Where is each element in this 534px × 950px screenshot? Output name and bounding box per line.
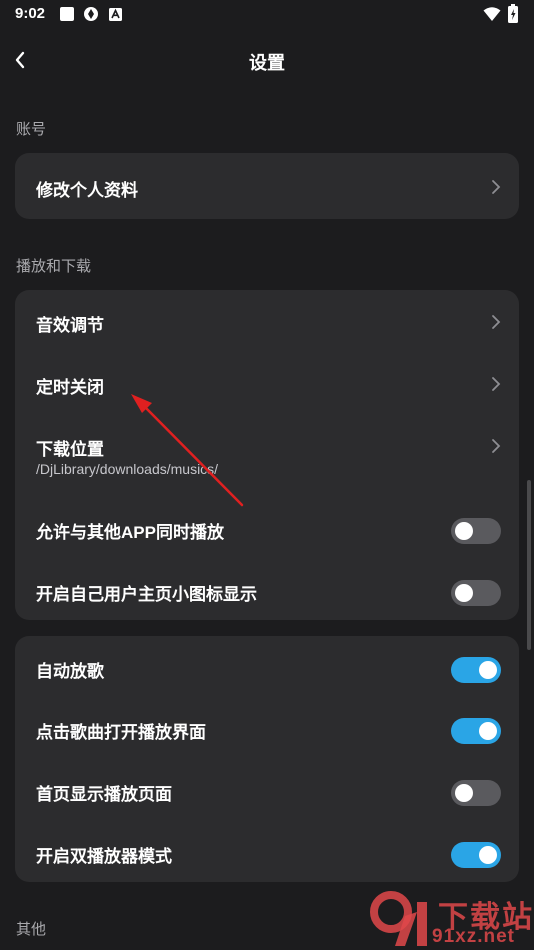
scrollbar[interactable] (527, 480, 531, 650)
watermark-url: 91xz.net (432, 926, 515, 947)
chevron-right-icon (492, 315, 501, 329)
chevron-right-icon (492, 180, 501, 194)
edit-profile-row[interactable]: 修改个人资料 (15, 155, 519, 217)
row-label: 点击歌曲打开播放界面 (36, 723, 206, 742)
section-label-playback: 播放和下载 (16, 258, 92, 275)
toggle-knob (479, 661, 497, 679)
font-a-icon (109, 8, 122, 21)
dual-player-mode-toggle[interactable] (451, 842, 501, 868)
row-label: 下载位置 (36, 440, 104, 459)
auto-play-row: 自动放歌 (15, 636, 519, 698)
open-player-on-click-toggle[interactable] (451, 718, 501, 744)
aperture-icon (84, 7, 98, 21)
status-bar: 9:02 (0, 0, 534, 30)
row-label: 定时关闭 (36, 378, 104, 397)
auto-play-toggle[interactable] (451, 657, 501, 683)
download-location-row[interactable]: 下载位置 /DjLibrary/downloads/musics/ (15, 414, 519, 490)
row-label: 允许与其他APP同时播放 (36, 523, 224, 542)
home-show-player-row: 首页显示播放页面 (15, 759, 519, 821)
profile-icon-display-toggle[interactable] (451, 580, 501, 606)
auto-play-card: 自动放歌 点击歌曲打开播放界面 首页显示播放页面 开启双播放器模式 (15, 636, 519, 882)
download-path: /DjLibrary/downloads/musics/ (36, 461, 219, 477)
dual-player-mode-row: 开启双播放器模式 (15, 821, 519, 883)
toggle-knob (479, 722, 497, 740)
mix-other-apps-toggle[interactable] (451, 518, 501, 544)
row-label: 首页显示播放页面 (36, 785, 172, 804)
status-time: 9:02 (15, 5, 46, 22)
app-header: 设置 (0, 30, 534, 90)
toggle-knob (455, 522, 473, 540)
home-show-player-toggle[interactable] (451, 780, 501, 806)
page-title: 设置 (249, 53, 285, 73)
profile-icon-display-row: 开启自己用户主页小图标显示 (15, 559, 519, 621)
playback-card: 音效调节 定时关闭 下载位置 /DjLibrary/downloads/musi… (15, 290, 519, 620)
row-label: 自动放歌 (36, 662, 104, 681)
toggle-knob (479, 846, 497, 864)
account-card: 修改个人资料 (15, 153, 519, 219)
row-label: 修改个人资料 (36, 181, 138, 200)
sleep-timer-row[interactable]: 定时关闭 (15, 352, 519, 414)
chevron-right-icon (492, 439, 501, 453)
sound-effect-row[interactable]: 音效调节 (15, 290, 519, 352)
section-label-account: 账号 (16, 121, 47, 138)
toggle-knob (455, 784, 473, 802)
toggle-knob (455, 584, 473, 602)
mix-other-apps-row: 允许与其他APP同时播放 (15, 497, 519, 559)
wifi-icon (483, 7, 501, 21)
open-player-on-click-row: 点击歌曲打开播放界面 (15, 697, 519, 759)
row-label: 开启双播放器模式 (36, 847, 172, 866)
app-square-icon (60, 7, 74, 21)
section-label-other: 其他 (16, 921, 47, 938)
row-label: 开启自己用户主页小图标显示 (36, 585, 257, 604)
chevron-right-icon (492, 377, 501, 391)
battery-charging-icon (508, 4, 518, 23)
row-label: 音效调节 (36, 316, 104, 335)
